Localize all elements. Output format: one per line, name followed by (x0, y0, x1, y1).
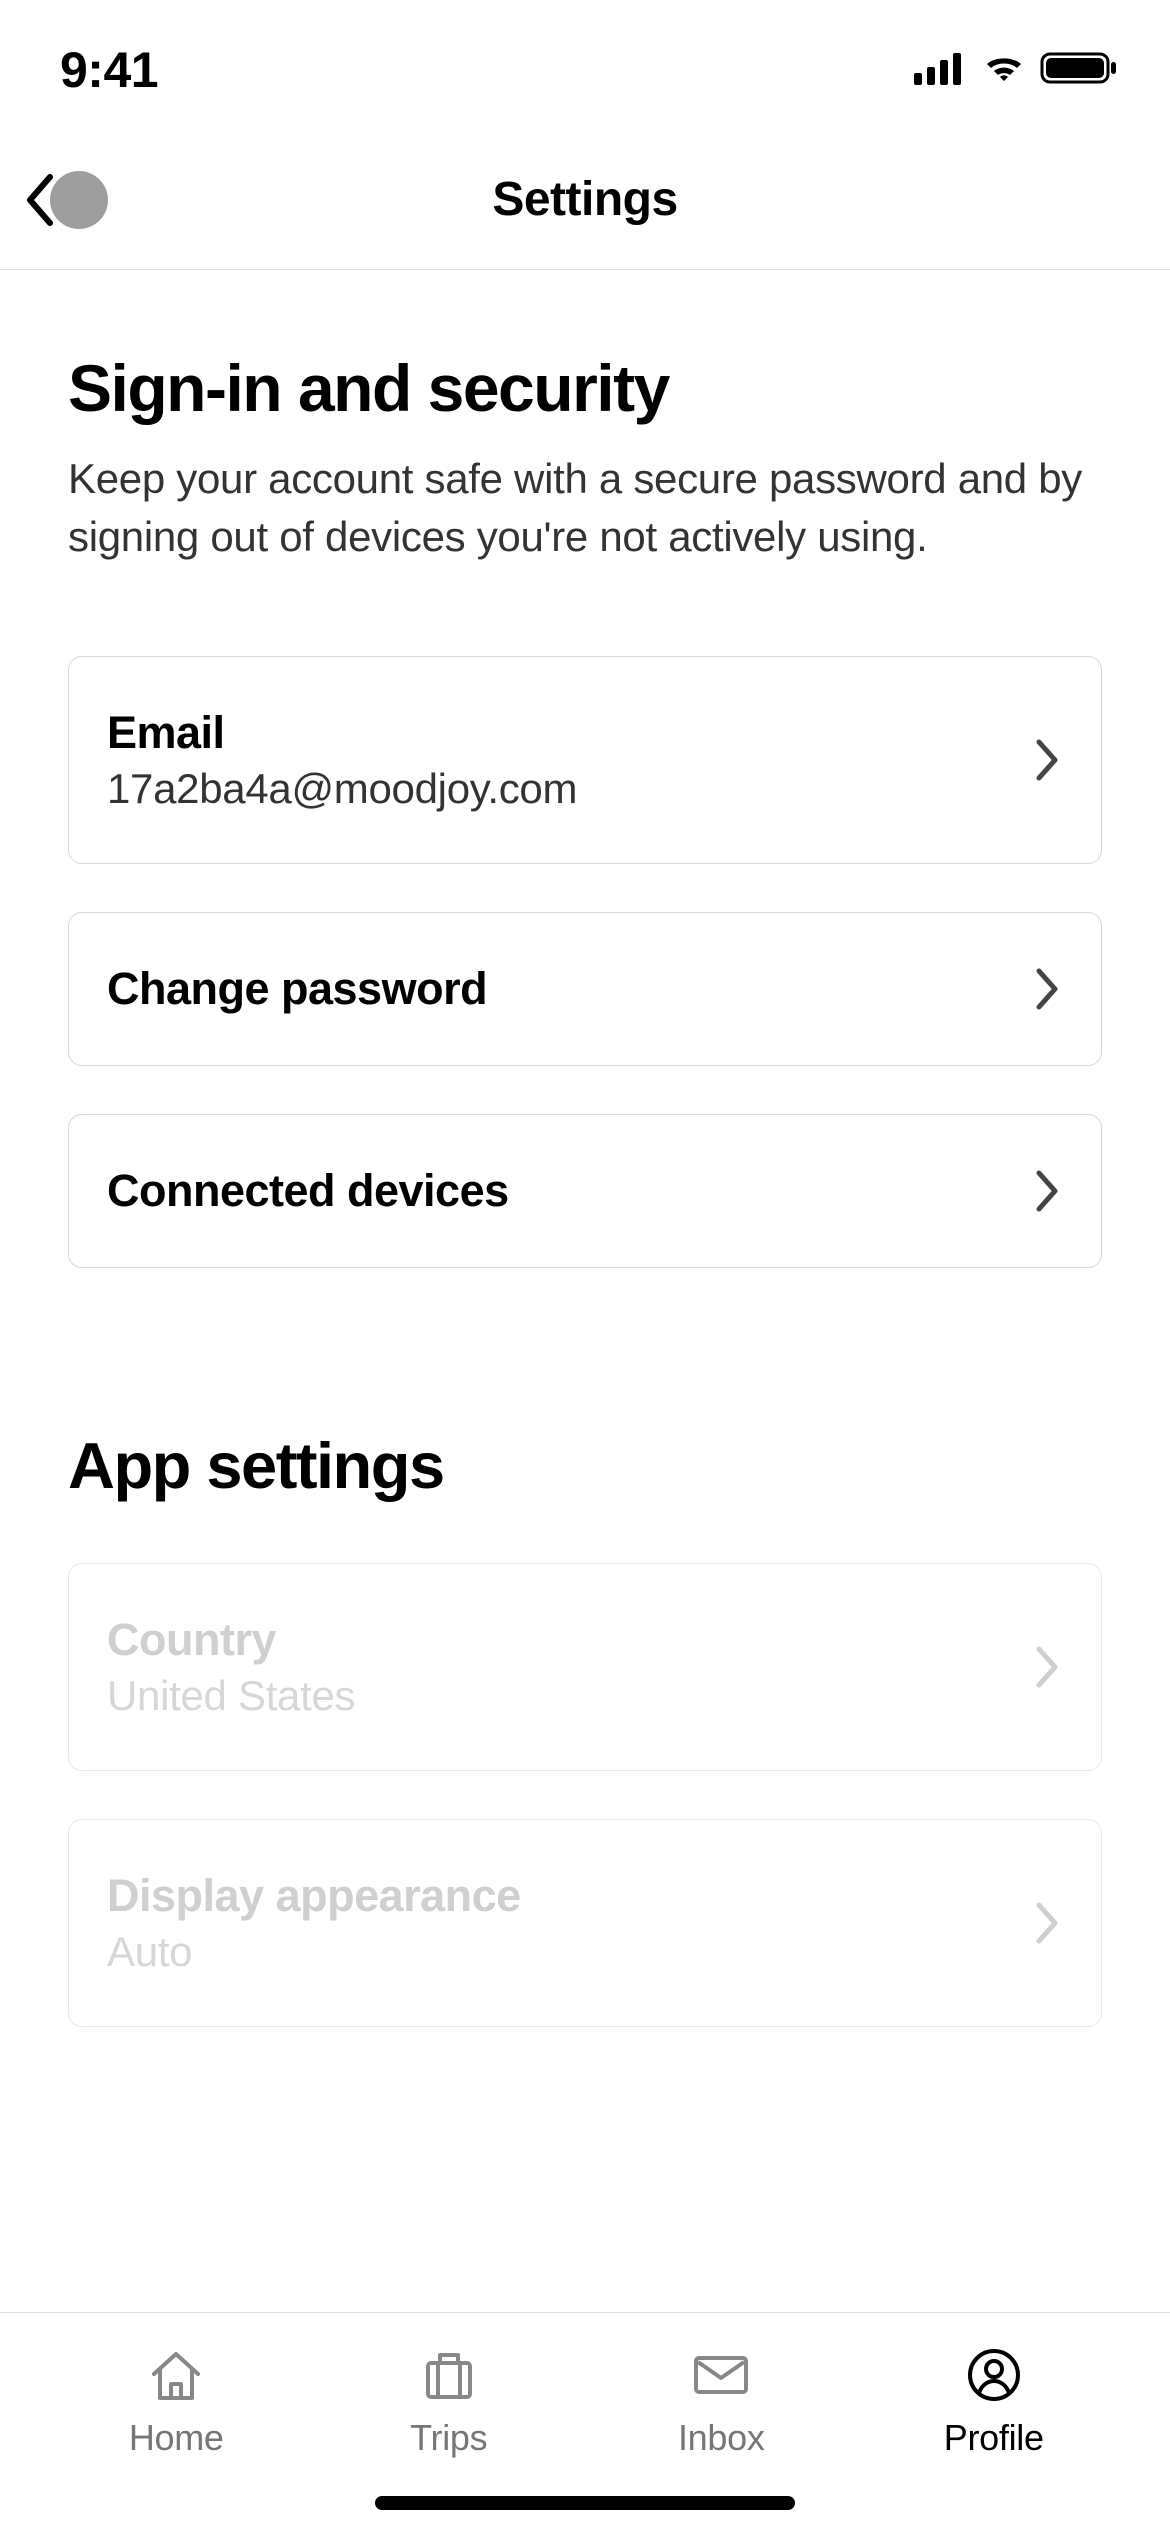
status-time: 9:41 (60, 41, 158, 99)
tab-home[interactable]: Home (91, 2347, 261, 2459)
chevron-right-icon (1033, 736, 1061, 784)
option-country-label: Country (107, 1614, 355, 1666)
section-signin-title: Sign-in and security (68, 350, 1102, 426)
suitcase-icon (420, 2347, 478, 2403)
page-header: Settings (0, 130, 1170, 270)
tab-inbox-label: Inbox (678, 2417, 765, 2459)
home-icon (144, 2347, 208, 2403)
battery-icon (1040, 50, 1120, 91)
tab-home-label: Home (129, 2417, 224, 2459)
option-country-value: United States (107, 1672, 355, 1720)
option-email-label: Email (107, 707, 577, 759)
option-change-password[interactable]: Change password (68, 912, 1102, 1066)
chevron-right-icon (1033, 1167, 1061, 1215)
chevron-right-icon (1033, 965, 1061, 1013)
option-display-value: Auto (107, 1928, 521, 1976)
section-signin-description: Keep your account safe with a secure pas… (68, 450, 1102, 566)
home-indicator[interactable] (375, 2496, 795, 2510)
status-icons (914, 50, 1120, 91)
header-title: Settings (492, 172, 677, 227)
option-connected-devices[interactable]: Connected devices (68, 1114, 1102, 1268)
tab-trips[interactable]: Trips (364, 2347, 534, 2459)
back-button[interactable] (22, 171, 108, 229)
content-area: Sign-in and security Keep your account s… (0, 270, 1170, 2027)
option-display-appearance[interactable]: Display appearance Auto (68, 1819, 1102, 2027)
tab-trips-label: Trips (410, 2417, 487, 2459)
cellular-icon (914, 51, 968, 90)
section-appsettings-title: App settings (68, 1428, 1102, 1503)
option-connected-devices-label: Connected devices (107, 1165, 509, 1217)
envelope-icon (690, 2347, 752, 2403)
option-change-password-label: Change password (107, 963, 487, 1015)
tab-profile-label: Profile (944, 2417, 1044, 2459)
option-country[interactable]: Country United States (68, 1563, 1102, 1771)
back-avatar-placeholder (50, 171, 108, 229)
chevron-right-icon (1033, 1643, 1061, 1691)
status-bar: 9:41 (0, 0, 1170, 130)
profile-icon (966, 2347, 1022, 2403)
option-display-label: Display appearance (107, 1870, 521, 1922)
tab-inbox[interactable]: Inbox (636, 2347, 806, 2459)
option-email-value: 17a2ba4a@moodjoy.com (107, 765, 577, 813)
option-email[interactable]: Email 17a2ba4a@moodjoy.com (68, 656, 1102, 864)
tab-profile[interactable]: Profile (909, 2347, 1079, 2459)
wifi-icon (980, 51, 1028, 90)
chevron-right-icon (1033, 1899, 1061, 1947)
